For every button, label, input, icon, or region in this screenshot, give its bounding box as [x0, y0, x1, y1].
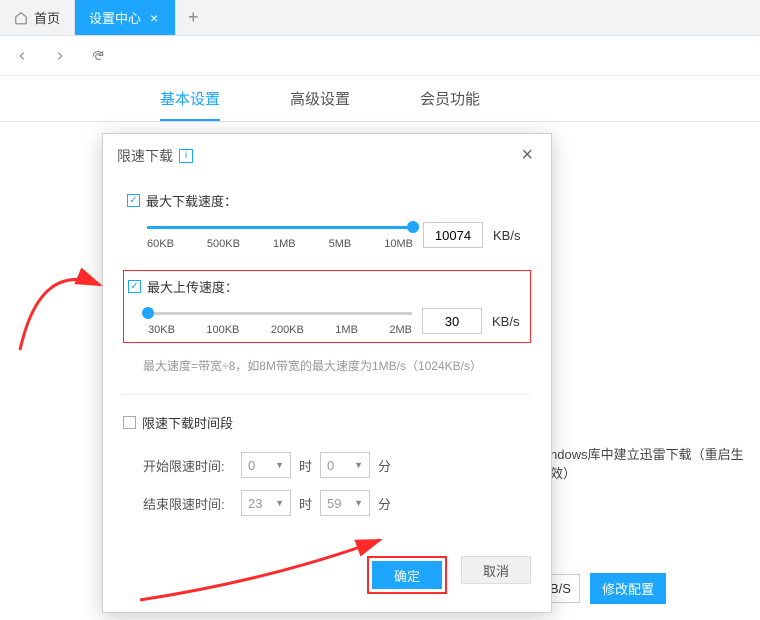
chevron-down-icon: ▼ — [354, 498, 363, 508]
settings-tabs: 基本设置 高级设置 会员功能 — [0, 76, 760, 122]
chevron-down-icon: ▼ — [354, 460, 363, 470]
settings-tab-member[interactable]: 会员功能 — [420, 76, 480, 121]
reload-button[interactable] — [86, 44, 110, 68]
start-min-select[interactable]: 0▼ — [320, 452, 370, 478]
home-icon — [14, 11, 28, 25]
upload-unit: KB/s — [492, 314, 526, 329]
download-slider-thumb[interactable] — [407, 221, 419, 233]
max-download-section: ✓ 最大下载速度： 60KB 500KB 1MB 5MB 10MB — [123, 185, 531, 256]
close-icon[interactable]: × — [147, 11, 161, 25]
download-label: 最大下载速度： — [146, 191, 237, 210]
schedule-label: 限速下载时间段 — [142, 413, 233, 432]
download-speed-input[interactable] — [423, 222, 483, 248]
browser-toolbar — [0, 36, 760, 76]
upload-checkbox[interactable]: ✓ — [128, 280, 141, 293]
upload-slider-thumb[interactable] — [142, 307, 154, 319]
dialog-header: 限速下载 i × — [103, 134, 551, 177]
ok-button[interactable]: 确定 — [372, 561, 442, 589]
browser-tabbar: 首页 设置中心 × + — [0, 0, 760, 36]
upload-label: 最大上传速度： — [147, 277, 238, 296]
max-upload-section: ✓ 最大上传速度： 30KB 100KB 200KB 1MB 2MB — [123, 270, 531, 343]
background-rebuild-text: ndows库中建立迅雷下载（重启生效） — [550, 444, 760, 482]
end-min-select[interactable]: 59▼ — [320, 490, 370, 516]
upload-speed-input[interactable] — [422, 308, 482, 334]
background-speed-row: B/S 修改配置 — [548, 573, 666, 604]
end-hour-select[interactable]: 23▼ — [241, 490, 291, 516]
end-time-label: 结束限速时间: — [143, 494, 233, 513]
end-time-row: 结束限速时间: 23▼ 时 59▼ 分 — [123, 490, 531, 516]
speed-limit-dialog: 限速下载 i × ✓ 最大下载速度： 60KB 500KB 1MB — [102, 133, 552, 613]
cancel-button[interactable]: 取消 — [461, 556, 531, 584]
tab-home-label: 首页 — [34, 8, 60, 27]
info-icon[interactable]: i — [179, 149, 193, 163]
dialog-title-text: 限速下载 — [117, 146, 173, 166]
back-button[interactable] — [10, 44, 34, 68]
forward-button[interactable] — [48, 44, 72, 68]
chevron-down-icon: ▼ — [275, 460, 284, 470]
settings-tab-basic[interactable]: 基本设置 — [160, 76, 220, 121]
bandwidth-note: 最大速度=带宽÷8，如8M带宽的最大速度为1MB/s（1024KB/s） — [123, 357, 531, 374]
start-time-row: 开始限速时间: 0▼ 时 0▼ 分 — [123, 452, 531, 478]
ok-highlight-annotation: 确定 — [367, 556, 447, 594]
tab-settings[interactable]: 设置中心 × — [75, 0, 176, 35]
download-checkbox[interactable]: ✓ — [127, 194, 140, 207]
settings-tab-advanced[interactable]: 高级设置 — [290, 76, 350, 121]
modify-config-button[interactable]: 修改配置 — [590, 573, 666, 604]
tab-settings-label: 设置中心 — [89, 8, 141, 27]
divider — [123, 394, 531, 395]
chevron-down-icon: ▼ — [275, 498, 284, 508]
bg-speed-unit: B/S — [548, 574, 580, 603]
download-slider[interactable]: 60KB 500KB 1MB 5MB 10MB — [147, 220, 413, 250]
schedule-checkbox[interactable]: ✓ — [123, 416, 136, 429]
new-tab-button[interactable]: + — [176, 0, 211, 35]
upload-slider[interactable]: 30KB 100KB 200KB 1MB 2MB — [148, 306, 412, 336]
start-hour-select[interactable]: 0▼ — [241, 452, 291, 478]
download-unit: KB/s — [493, 228, 527, 243]
tab-home[interactable]: 首页 — [0, 0, 75, 35]
dialog-close-button[interactable]: × — [517, 144, 537, 167]
start-time-label: 开始限速时间: — [143, 456, 233, 475]
